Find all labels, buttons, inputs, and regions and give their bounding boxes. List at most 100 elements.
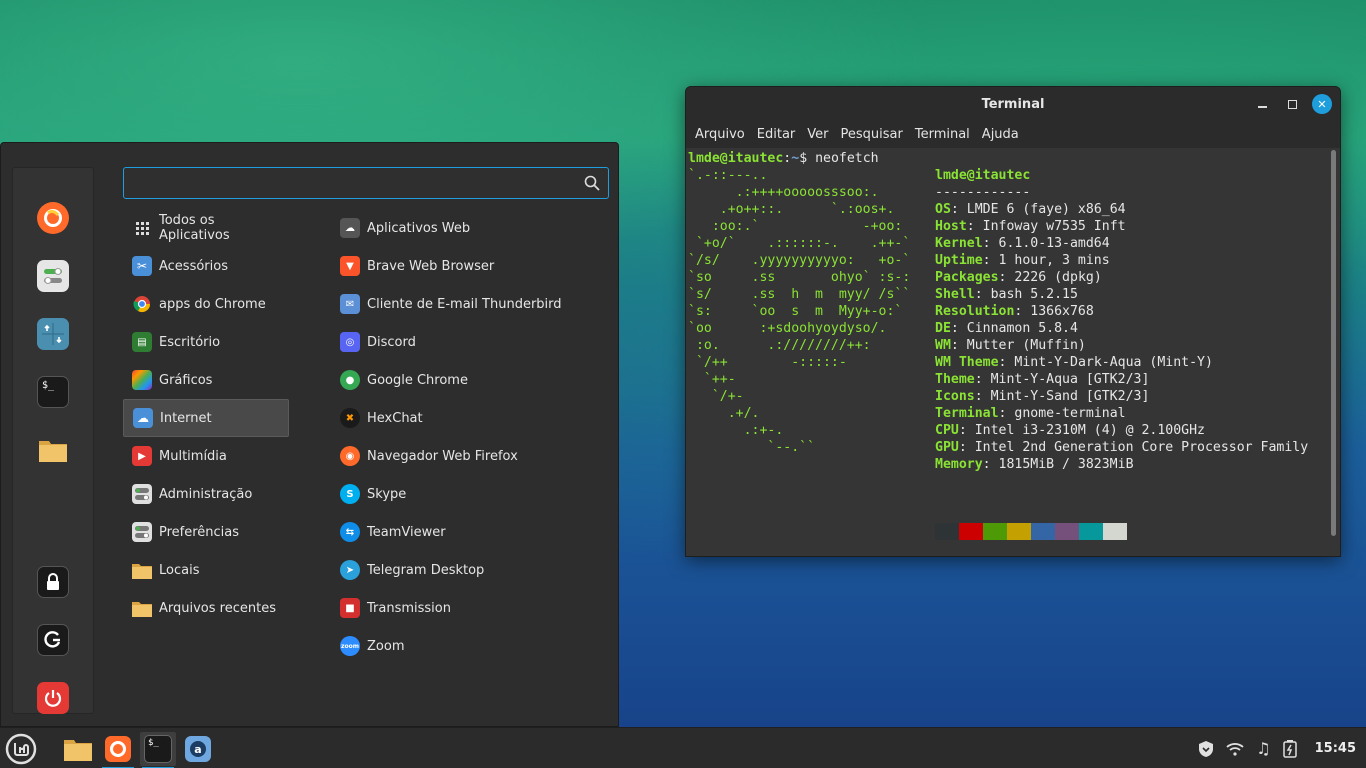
shield-icon[interactable] — [1198, 740, 1214, 758]
power-icon — [44, 690, 62, 707]
battery-icon[interactable] — [1282, 739, 1297, 758]
category-item[interactable]: Gráficos — [123, 361, 289, 399]
category-item[interactable]: Preferências — [123, 513, 289, 551]
minimize-button[interactable] — [1252, 94, 1272, 114]
info-colon: : — [974, 287, 991, 302]
category-item[interactable]: ☁ Internet — [123, 399, 289, 437]
chrome-icon: ● — [340, 370, 360, 390]
logout-button[interactable] — [37, 624, 69, 656]
info-value: 1 hour, 3 mins — [998, 253, 1110, 268]
favorite-firefox[interactable] — [37, 202, 69, 234]
info-key: Resolution — [935, 304, 1015, 319]
category-label: Preferências — [159, 524, 240, 540]
app-label: TeamViewer — [367, 524, 446, 540]
palette-swatch — [983, 523, 1007, 540]
taskbar-appimage[interactable]: a — [180, 732, 216, 766]
info-key: Terminal — [935, 406, 999, 421]
preferences-icon — [132, 522, 152, 542]
terminal-menubar: Arquivo Editar Ver Pesquisar Terminal Aj… — [686, 121, 1340, 148]
folder-icon — [132, 560, 152, 580]
menu-editar[interactable]: Editar — [751, 127, 802, 142]
play-icon: ▶ — [132, 446, 152, 466]
app-item[interactable]: ☁ Aplicativos Web — [331, 209, 611, 247]
info-value: Cinnamon 5.8.4 — [966, 321, 1078, 336]
search-input[interactable] — [124, 168, 608, 198]
prompt-user: lmde@itautec — [688, 151, 784, 166]
app-label: Telegram Desktop — [367, 562, 485, 578]
app-item[interactable]: ■ Transmission — [331, 589, 611, 627]
category-item[interactable]: ▶ Multimídia — [123, 437, 289, 475]
category-label: apps do Chrome — [159, 296, 266, 312]
category-item[interactable]: Locais — [123, 551, 289, 589]
recent-folder-icon — [132, 598, 152, 618]
terminal-output[interactable]: lmde@itautec: ~$ neofetch `.-::---.. .:++… — [686, 148, 1340, 556]
palette-swatch — [1103, 523, 1127, 540]
search-icon[interactable] — [584, 175, 600, 191]
app-item[interactable]: ⇆ TeamViewer — [331, 513, 611, 551]
category-item[interactable]: ▤ Escritório — [123, 323, 289, 361]
app-item[interactable]: ▼ Brave Web Browser — [331, 247, 611, 285]
info-value: Mutter (Muffin) — [966, 338, 1086, 353]
lock-screen-button[interactable] — [37, 566, 69, 598]
info-value: 1366x768 — [1030, 304, 1094, 319]
terminal-window: Terminal ✕ Arquivo Editar Ver Pesquisar … — [685, 86, 1341, 557]
telegram-icon: ➤ — [340, 560, 360, 580]
hexchat-icon: ✖ — [340, 408, 360, 428]
wifi-icon[interactable] — [1226, 742, 1244, 756]
info-value: Mint-Y-Aqua [GTK2/3] — [990, 372, 1150, 387]
app-item[interactable]: ➤ Telegram Desktop — [331, 551, 611, 589]
app-item[interactable]: S Skype — [331, 475, 611, 513]
info-colon: : — [950, 202, 967, 217]
category-item[interactable]: Arquivos recentes — [123, 589, 289, 627]
taskbar-terminal[interactable]: $_ — [140, 732, 176, 768]
favorite-terminal[interactable]: $_ — [37, 376, 69, 408]
taskbar-files[interactable] — [60, 732, 96, 766]
terminal-titlebar[interactable]: Terminal ✕ — [686, 87, 1340, 121]
favorite-files[interactable] — [37, 434, 69, 466]
app-item[interactable]: ◉ Navegador Web Firefox — [331, 437, 611, 475]
maximize-button[interactable] — [1282, 94, 1302, 114]
info-key: Uptime — [935, 253, 983, 268]
info-colon: : — [1014, 304, 1031, 319]
info-key: OS — [935, 202, 951, 217]
favorite-update-manager[interactable] — [37, 318, 69, 350]
category-item[interactable]: ✂ Acessórios — [123, 247, 289, 285]
info-key: CPU — [935, 423, 959, 438]
category-item[interactable]: Todos os Aplicativos — [123, 209, 289, 247]
app-item[interactable]: ● Google Chrome — [331, 361, 611, 399]
clock[interactable]: 15:45 — [1315, 741, 1356, 756]
grid-icon — [132, 218, 152, 238]
terminal-scrollbar[interactable] — [1331, 150, 1336, 536]
category-item[interactable]: Administração — [123, 475, 289, 513]
close-button[interactable]: ✕ — [1312, 94, 1332, 114]
app-item[interactable]: ✖ HexChat — [331, 399, 611, 437]
app-item[interactable]: ◎ Discord — [331, 323, 611, 361]
info-colon: : — [982, 457, 999, 472]
category-item[interactable]: apps do Chrome — [123, 285, 289, 323]
command-text: neofetch — [815, 151, 879, 166]
info-key: Packages — [935, 270, 999, 285]
logout-icon — [44, 631, 61, 648]
menu-button[interactable] — [3, 732, 39, 766]
shutdown-button[interactable] — [37, 682, 69, 714]
info-key: GPU — [935, 440, 959, 455]
application-list: ☁ Aplicativos Web ▼ Brave Web Browser ✉ Clien… — [331, 209, 611, 665]
menu-pesquisar[interactable]: Pesquisar — [835, 127, 909, 142]
app-item[interactable]: zoom Zoom — [331, 627, 611, 665]
info-key: Kernel — [935, 236, 983, 251]
menu-terminal[interactable]: Terminal — [909, 127, 976, 142]
menu-arquivo[interactable]: Arquivo — [689, 127, 751, 142]
info-colon: : — [966, 219, 983, 234]
app-label: Brave Web Browser — [367, 258, 495, 274]
app-item[interactable]: ✉ Cliente de E-mail Thunderbird — [331, 285, 611, 323]
music-icon[interactable]: ♫ — [1256, 739, 1270, 758]
taskbar-firefox[interactable] — [100, 732, 136, 768]
menu-ver[interactable]: Ver — [801, 127, 834, 142]
menu-ajuda[interactable]: Ajuda — [976, 127, 1025, 142]
app-label: Cliente de E-mail Thunderbird — [367, 296, 562, 312]
favorite-settings[interactable] — [37, 260, 69, 292]
app-label: Skype — [367, 486, 407, 502]
category-label: Todos os Aplicativos — [159, 213, 230, 243]
info-value: 1815MiB / 3823MiB — [998, 457, 1134, 472]
info-colon: : — [950, 321, 967, 336]
